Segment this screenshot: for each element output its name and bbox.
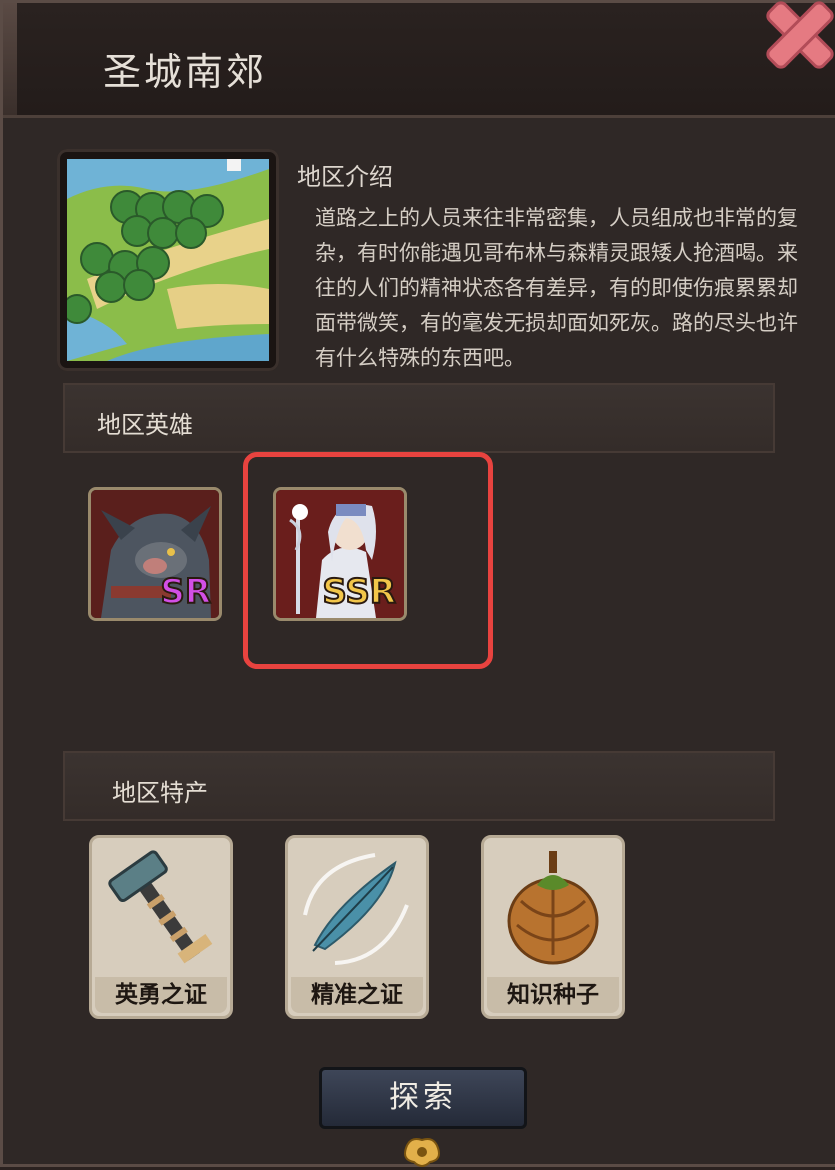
item-label: 知识种子 [487, 977, 619, 1013]
page-title: 圣城南郊 [103, 50, 268, 94]
hero-card-sr[interactable]: SR [88, 487, 222, 621]
feather-icon [303, 853, 409, 965]
close-icon [766, 1, 834, 69]
close-button[interactable] [755, 0, 835, 77]
item-label: 英勇之证 [95, 977, 227, 1013]
item-hammer[interactable]: 英勇之证 [89, 835, 233, 1019]
products-section-header: 地区特产 [63, 751, 775, 821]
intro-title: 地区介绍 [297, 163, 393, 191]
rarity-badge: SR [159, 571, 212, 613]
region-panel: 圣城南郊 地区介绍 道路之上的人员来往非常密集，人员组成也非常的复杂，有时你能遇… [0, 0, 835, 1167]
item-seed[interactable]: 知识种子 [481, 835, 625, 1019]
frame-corner-left [3, 3, 17, 115]
region-map-thumbnail [57, 149, 279, 371]
intro-text: 道路之上的人员来往非常密集，人员组成也非常的复杂，有时你能遇见哥布林与森精灵跟矮… [315, 206, 798, 370]
heroes-section-label: 地区英雄 [97, 411, 193, 439]
heroes-section-header: 地区英雄 [63, 383, 775, 453]
map-image [67, 159, 269, 361]
hammer-icon [108, 850, 213, 964]
ornament-icon [404, 1138, 440, 1167]
item-feather[interactable]: 精准之证 [285, 835, 429, 1019]
products-section-label: 地区特产 [112, 779, 208, 807]
explore-button[interactable]: 探索 [319, 1067, 527, 1129]
selection-highlight [243, 452, 493, 669]
item-label: 精准之证 [291, 977, 423, 1013]
title-bar: 圣城南郊 [3, 3, 835, 118]
seed-icon [507, 851, 599, 965]
